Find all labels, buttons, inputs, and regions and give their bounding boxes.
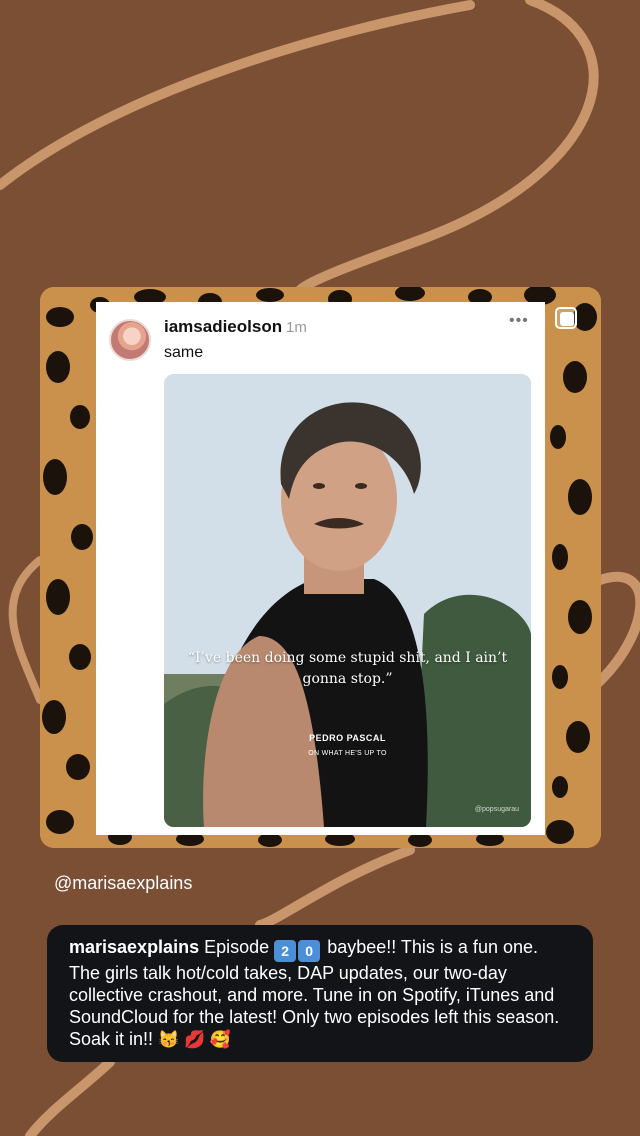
portrait-illustration	[164, 374, 531, 827]
quote-text: “I’ve been doing some stupid shit, and I…	[187, 650, 508, 687]
mention-tag[interactable]: @marisaexplains	[54, 873, 192, 894]
number-0-badge: 0	[298, 940, 321, 962]
more-options-icon[interactable]: •••	[509, 312, 529, 330]
number-2-badge: 2	[274, 940, 297, 962]
quote-subtitle: ON WHAT HE'S UP TO	[308, 750, 387, 757]
caption-episode-prefix: Episode	[204, 937, 270, 957]
quote-author: PEDRO PASCAL	[309, 733, 386, 743]
avatar[interactable]	[109, 319, 151, 361]
caption-emojis: 😽 💋 🥰	[158, 1030, 232, 1049]
post-username[interactable]: iamsadieolson	[164, 317, 282, 337]
post-text: same	[164, 344, 204, 361]
caption-box: marisaexplains Episode 20 baybee!! This …	[47, 925, 593, 1062]
post-image[interactable]: “I’ve been doing some stupid shit, and I…	[164, 374, 531, 827]
post-timestamp: 1m	[286, 319, 307, 336]
square-stack-icon[interactable]	[555, 307, 577, 329]
caption-username[interactable]: marisaexplains	[69, 937, 199, 957]
image-watermark: @popsugarau	[474, 806, 519, 813]
post-card[interactable]: iamsadieolson 1m ••• same “I’ve been doi…	[96, 302, 545, 835]
